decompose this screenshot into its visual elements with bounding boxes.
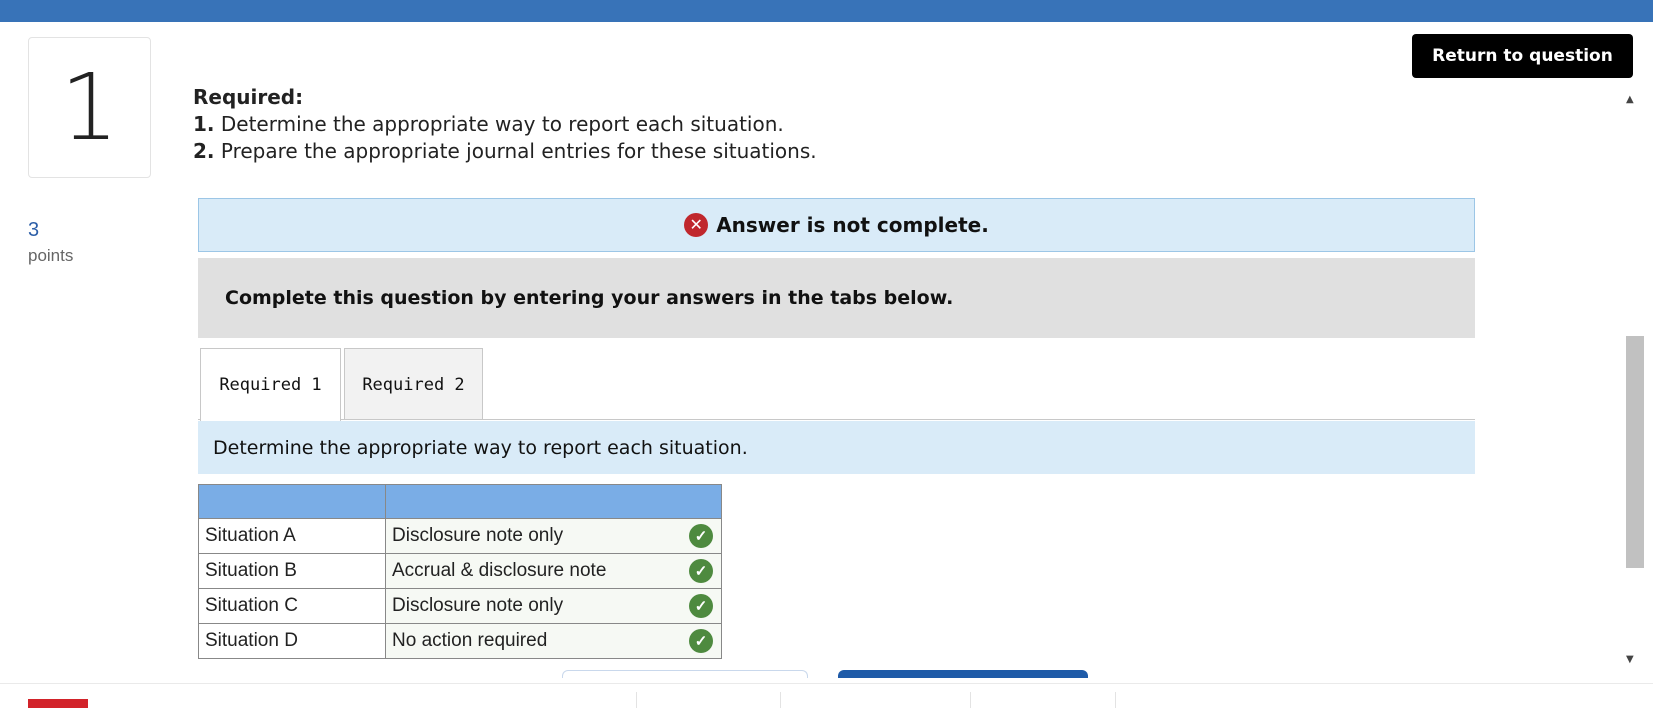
footer-separator [1115, 692, 1116, 708]
tab-description: Determine the appropriate way to report … [198, 421, 1475, 474]
question-number-box: 1 [28, 37, 151, 178]
return-to-question-button[interactable]: Return to question [1412, 34, 1633, 78]
answer-select[interactable]: Accrual & disclosure note ✓ [385, 553, 722, 589]
tab-required-2[interactable]: Required 2 [344, 348, 483, 420]
footer-separator [636, 692, 637, 708]
table-header-cell [385, 484, 722, 519]
answer-select[interactable]: Disclosure note only ✓ [385, 518, 722, 554]
required-title: Required: [193, 85, 304, 109]
question-number: 1 [60, 53, 119, 161]
required-item-2: 2. Prepare the appropriate journal entri… [193, 139, 817, 163]
answer-select[interactable]: Disclosure note only ✓ [385, 588, 722, 624]
answer-select[interactable]: No action required ✓ [385, 623, 722, 659]
brand-logo [28, 699, 88, 708]
table-header-row [198, 484, 722, 519]
table-row: Situation A Disclosure note only ✓ [198, 518, 722, 554]
situation-table: Situation A Disclosure note only ✓ Situa… [198, 484, 722, 659]
footer-divider [0, 683, 1653, 684]
answer-status-alert: ✕ Answer is not complete. [198, 198, 1475, 252]
instructions-panel: Complete this question by entering your … [198, 258, 1475, 338]
table-row: Situation B Accrual & disclosure note ✓ [198, 553, 722, 589]
tab-required-1[interactable]: Required 1 [200, 348, 341, 421]
correct-check-icon: ✓ [689, 524, 713, 548]
tab-divider [198, 419, 1475, 420]
required-block: Required: 1. Determine the appropriate w… [193, 84, 817, 165]
required-item-1: 1. Determine the appropriate way to repo… [193, 112, 784, 136]
situation-label: Situation C [198, 588, 386, 624]
top-bar [0, 0, 1653, 22]
next-tab-button[interactable] [838, 670, 1088, 678]
correct-check-icon: ✓ [689, 559, 713, 583]
points-value: 3 [28, 219, 40, 241]
table-row: Situation D No action required ✓ [198, 623, 722, 659]
situation-label: Situation D [198, 623, 386, 659]
scrollbar-thumb[interactable] [1626, 336, 1644, 568]
scroll-up-arrow-icon[interactable]: ▲ [1626, 94, 1634, 105]
table-header-cell [198, 484, 386, 519]
alert-text: Answer is not complete. [716, 213, 989, 237]
footer-separator [970, 692, 971, 708]
table-row: Situation C Disclosure note only ✓ [198, 588, 722, 624]
previous-tab-button[interactable] [562, 670, 808, 678]
correct-check-icon: ✓ [689, 594, 713, 618]
points-label: points [28, 246, 74, 265]
footer-separator [780, 692, 781, 708]
situation-label: Situation A [198, 518, 386, 554]
error-x-icon: ✕ [684, 213, 709, 237]
instructions-text: Complete this question by entering your … [225, 287, 954, 309]
correct-check-icon: ✓ [689, 629, 713, 653]
situation-label: Situation B [198, 553, 386, 589]
scroll-down-arrow-icon[interactable]: ▼ [1626, 654, 1634, 665]
